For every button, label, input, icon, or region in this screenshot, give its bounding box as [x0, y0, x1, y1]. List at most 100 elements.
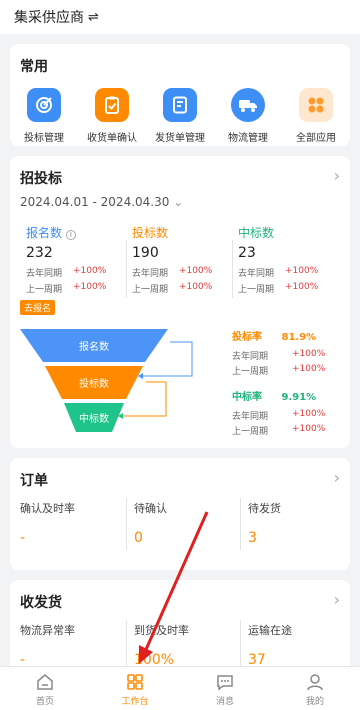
app-bid-management[interactable]: 投标管理: [11, 88, 77, 144]
nav-workbench[interactable]: 工作台: [90, 667, 180, 710]
app-label: 收货单确认: [87, 133, 137, 144]
app-label: 发货单管理: [155, 133, 205, 144]
bottom-nav: 首页 工作台 消息 我的: [0, 666, 360, 710]
divider: [232, 240, 233, 298]
cmp-value: +100%: [292, 424, 326, 434]
cmp-label: 去年同期: [232, 412, 269, 422]
cmp-value: +100%: [292, 364, 326, 374]
funnel-label: 报名数: [79, 340, 109, 353]
stat-label: 待发货: [248, 502, 281, 515]
stat-label: 待确认: [134, 502, 167, 515]
divider: [240, 498, 241, 550]
stat-value: -: [20, 530, 26, 546]
nav-messages[interactable]: 消息: [180, 667, 270, 710]
bidding-title: 招投标: [20, 171, 62, 187]
stat-name: 报名数: [26, 226, 63, 240]
stat-name: 中标数: [238, 226, 275, 240]
app-label: 物流管理: [228, 133, 268, 144]
app-receipt-confirm[interactable]: 收货单确认: [79, 88, 145, 144]
conversion-funnel: 报名数 投标数 中标数: [20, 329, 193, 432]
chevron-right-icon[interactable]: ›: [334, 166, 340, 185]
clipboard-check-icon: [95, 88, 129, 122]
divider: [240, 620, 241, 672]
stat-bids[interactable]: 投标数 190 去年同期 +100% 上一周期 +100%: [126, 224, 232, 304]
bidding-card: 招投标 › 2024.04.01 - 2024.04.30 ⌄ 报名数 i 23…: [10, 156, 350, 448]
rate-value: 9.91%: [281, 392, 317, 403]
app-logistics-management[interactable]: 物流管理: [215, 88, 281, 144]
stat-value: 232: [26, 245, 53, 261]
grid-apps-icon: [299, 88, 333, 122]
stat-label: 确认及时率: [20, 502, 75, 515]
date-range-picker[interactable]: 2024.04.01 - 2024.04.30 ⌄: [20, 195, 183, 209]
orders-card: 订单 › 确认及时率 - 待确认 0 待发货 3: [10, 458, 350, 570]
stat-wins[interactable]: 中标数 23 去年同期 +100% 上一周期 +100%: [232, 224, 338, 304]
order-stat-pending-confirm[interactable]: 待确认 0: [134, 500, 234, 546]
app-all-apps[interactable]: 全部应用: [283, 88, 349, 144]
info-icon[interactable]: i: [65, 230, 76, 240]
stat-signups[interactable]: 报名数 i 232 去年同期 +100% 上一周期 +100%: [26, 224, 126, 304]
divider: [126, 498, 127, 550]
message-icon: [217, 675, 233, 691]
stat-label: 到货及时率: [134, 624, 189, 637]
top-bar: 集采供应商 ⇌: [0, 0, 360, 34]
cmp-label: 上一周期: [232, 427, 269, 437]
divider: [126, 240, 127, 298]
cmp-label: 上一周期: [232, 367, 269, 377]
shipping-card: 收发货 › 物流异常率 - 到货及时率 100% 运输在途 37: [10, 580, 350, 676]
cmp-label: 去年同期: [238, 269, 275, 279]
nav-label: 消息: [215, 697, 234, 707]
divider: [126, 620, 127, 672]
ship-stat-abnormal-rate[interactable]: 物流异常率 -: [20, 622, 120, 668]
stat-value: 190: [132, 245, 159, 261]
order-stat-pending-ship[interactable]: 待发货 3: [248, 500, 348, 546]
cmp-value: +100%: [285, 266, 319, 276]
supplier-name[interactable]: 集采供应商: [14, 7, 84, 27]
home-icon: [37, 674, 53, 690]
target-icon: [27, 88, 61, 122]
ship-stat-ontime-rate[interactable]: 到货及时率 100%: [134, 622, 234, 668]
nav-label: 我的: [305, 697, 324, 707]
cmp-label: 去年同期: [132, 269, 169, 279]
date-range-text: 2024.04.01 - 2024.04.30: [20, 195, 170, 209]
truck-icon: [231, 88, 265, 122]
cmp-label: 上一周期: [238, 285, 275, 295]
cmp-value: +100%: [292, 349, 326, 359]
order-stat-confirm-rate[interactable]: 确认及时率 -: [20, 500, 120, 546]
rate-label: 投标率: [232, 332, 262, 343]
signup-tag-button[interactable]: 去报名: [20, 300, 56, 315]
chevron-right-icon[interactable]: ›: [334, 590, 340, 609]
stat-value: 3: [248, 530, 257, 546]
shipping-title: 收发货: [20, 595, 62, 611]
nav-profile[interactable]: 我的: [270, 667, 360, 710]
rate-value: 81.9%: [281, 332, 317, 343]
document-edit-icon: [163, 88, 197, 122]
stat-value: 23: [238, 245, 256, 261]
app-label: 投标管理: [24, 133, 64, 144]
cmp-value: +100%: [73, 266, 107, 276]
cmp-label: 去年同期: [232, 352, 269, 362]
stat-label: 物流异常率: [20, 624, 75, 637]
workbench-grid-icon: [127, 674, 143, 690]
cmp-value: +100%: [292, 409, 326, 419]
cmp-value: +100%: [179, 282, 213, 292]
swap-icon[interactable]: ⇌: [88, 10, 99, 25]
rate-label: 中标率: [232, 392, 262, 403]
cmp-value: +100%: [179, 266, 213, 276]
cmp-label: 去年同期: [26, 269, 63, 279]
chevron-right-icon[interactable]: ›: [334, 468, 340, 487]
win-rate: 中标率 9.91%: [232, 388, 316, 403]
nav-label: 工作台: [121, 697, 149, 707]
stat-value: 0: [134, 530, 143, 546]
cmp-label: 上一周期: [26, 285, 63, 295]
nav-home[interactable]: 首页: [0, 667, 90, 710]
app-label: 全部应用: [296, 133, 336, 144]
user-icon: [307, 674, 323, 691]
cmp-value: +100%: [73, 282, 107, 292]
app-shipment-management[interactable]: 发货单管理: [147, 88, 213, 144]
nav-label: 首页: [35, 697, 54, 707]
bid-rate: 投标率 81.9%: [232, 328, 316, 343]
chevron-down-icon: ⌄: [173, 195, 184, 209]
common-card: 常用 投标管理 收货单确认 发货单管理 物流管理 全部应用: [10, 44, 350, 146]
cmp-value: +100%: [285, 282, 319, 292]
ship-stat-in-transit[interactable]: 运输在途 37: [248, 622, 348, 668]
